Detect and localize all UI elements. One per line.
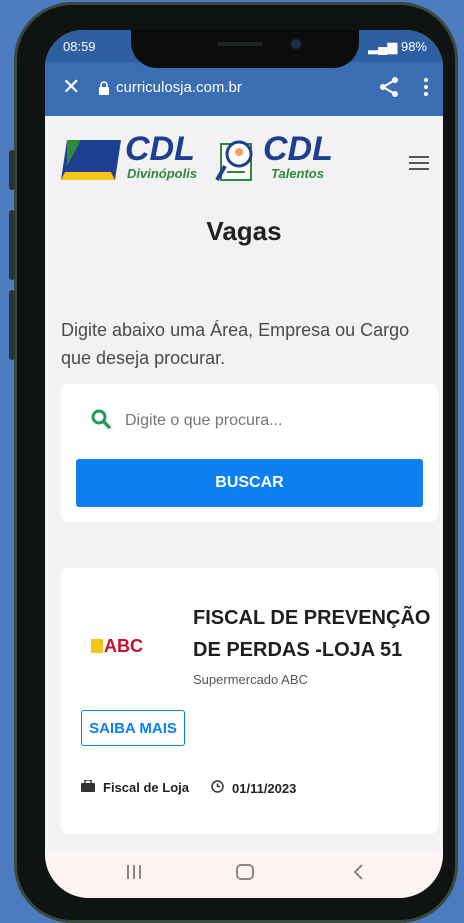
- saiba-mais-button[interactable]: SAIBA MAIS: [81, 710, 185, 746]
- job-card: ABC FISCAL DE PREVENÇÃO DE PERDAS -LOJA …: [61, 568, 438, 834]
- search-field[interactable]: [91, 406, 407, 436]
- logo2-sub-text: Talentos: [271, 166, 324, 181]
- job-title[interactable]: FISCAL DE PREVENÇÃO DE PERDAS -LOJA 51: [193, 602, 433, 666]
- phone-screen: 08:59 ▂▄▆ 98% ✕ curriculosja.com.br CDL …: [45, 30, 443, 898]
- search-instructions: Digite abaixo uma Área, Empresa ou Cargo…: [61, 320, 410, 368]
- logo2-main-text: CDL: [263, 130, 333, 168]
- search-input[interactable]: [123, 411, 407, 431]
- phone-volume-down: [9, 290, 15, 360]
- browser-toolbar: ✕ curriculosja.com.br: [45, 62, 443, 116]
- speaker-grille: [217, 42, 263, 46]
- search-button[interactable]: BUSCAR: [76, 459, 423, 507]
- lock-icon: [98, 81, 110, 101]
- job-role-text: Fiscal de Loja: [103, 780, 189, 795]
- company-logo[interactable]: ABC: [91, 636, 143, 657]
- battery-level: 98%: [400, 39, 427, 54]
- phone-side-button: [9, 150, 15, 190]
- back-icon[interactable]: [351, 862, 365, 887]
- share-icon[interactable]: [379, 76, 399, 103]
- page-title: Vagas: [206, 216, 282, 246]
- clock-icon: [211, 780, 224, 796]
- more-options-icon[interactable]: [423, 77, 429, 102]
- status-time: 08:59: [63, 39, 96, 54]
- cdl-divinopolis-logo[interactable]: [61, 136, 123, 189]
- home-icon[interactable]: [235, 862, 255, 887]
- search-card: BUSCAR: [61, 384, 438, 522]
- camera-notch: [131, 30, 359, 68]
- logo1-sub-text: Divinópolis: [127, 166, 198, 181]
- company-logo-text: ABC: [104, 636, 143, 656]
- front-camera: [291, 39, 301, 49]
- url-text[interactable]: curriculosja.com.br: [116, 79, 242, 96]
- company-logo-mark: [91, 639, 103, 653]
- search-icon: [91, 409, 111, 434]
- hamburger-menu-icon[interactable]: [409, 156, 429, 174]
- status-right: ▂▄▆ 98%: [368, 39, 427, 55]
- web-page: CDL Divinópolis CDL Talentos Vagas Digit…: [45, 116, 443, 850]
- job-company: Supermercado ABC: [193, 672, 308, 687]
- signal-icon: ▂▄▆: [368, 39, 401, 54]
- cdl-divinopolis-emblem: [61, 140, 121, 180]
- recent-apps-icon[interactable]: [125, 862, 143, 887]
- briefcase-icon: [81, 779, 95, 795]
- cdl-talentos-emblem[interactable]: [215, 136, 259, 189]
- close-tab-icon[interactable]: ✕: [62, 75, 80, 99]
- job-date-text: 01/11/2023: [232, 780, 297, 796]
- logo1-main-text: CDL: [125, 130, 195, 168]
- job-role: Fiscal de Loja: [81, 779, 189, 795]
- android-nav-bar: [45, 850, 443, 898]
- phone-volume-up: [9, 210, 15, 280]
- job-date: 01/11/2023: [211, 780, 296, 796]
